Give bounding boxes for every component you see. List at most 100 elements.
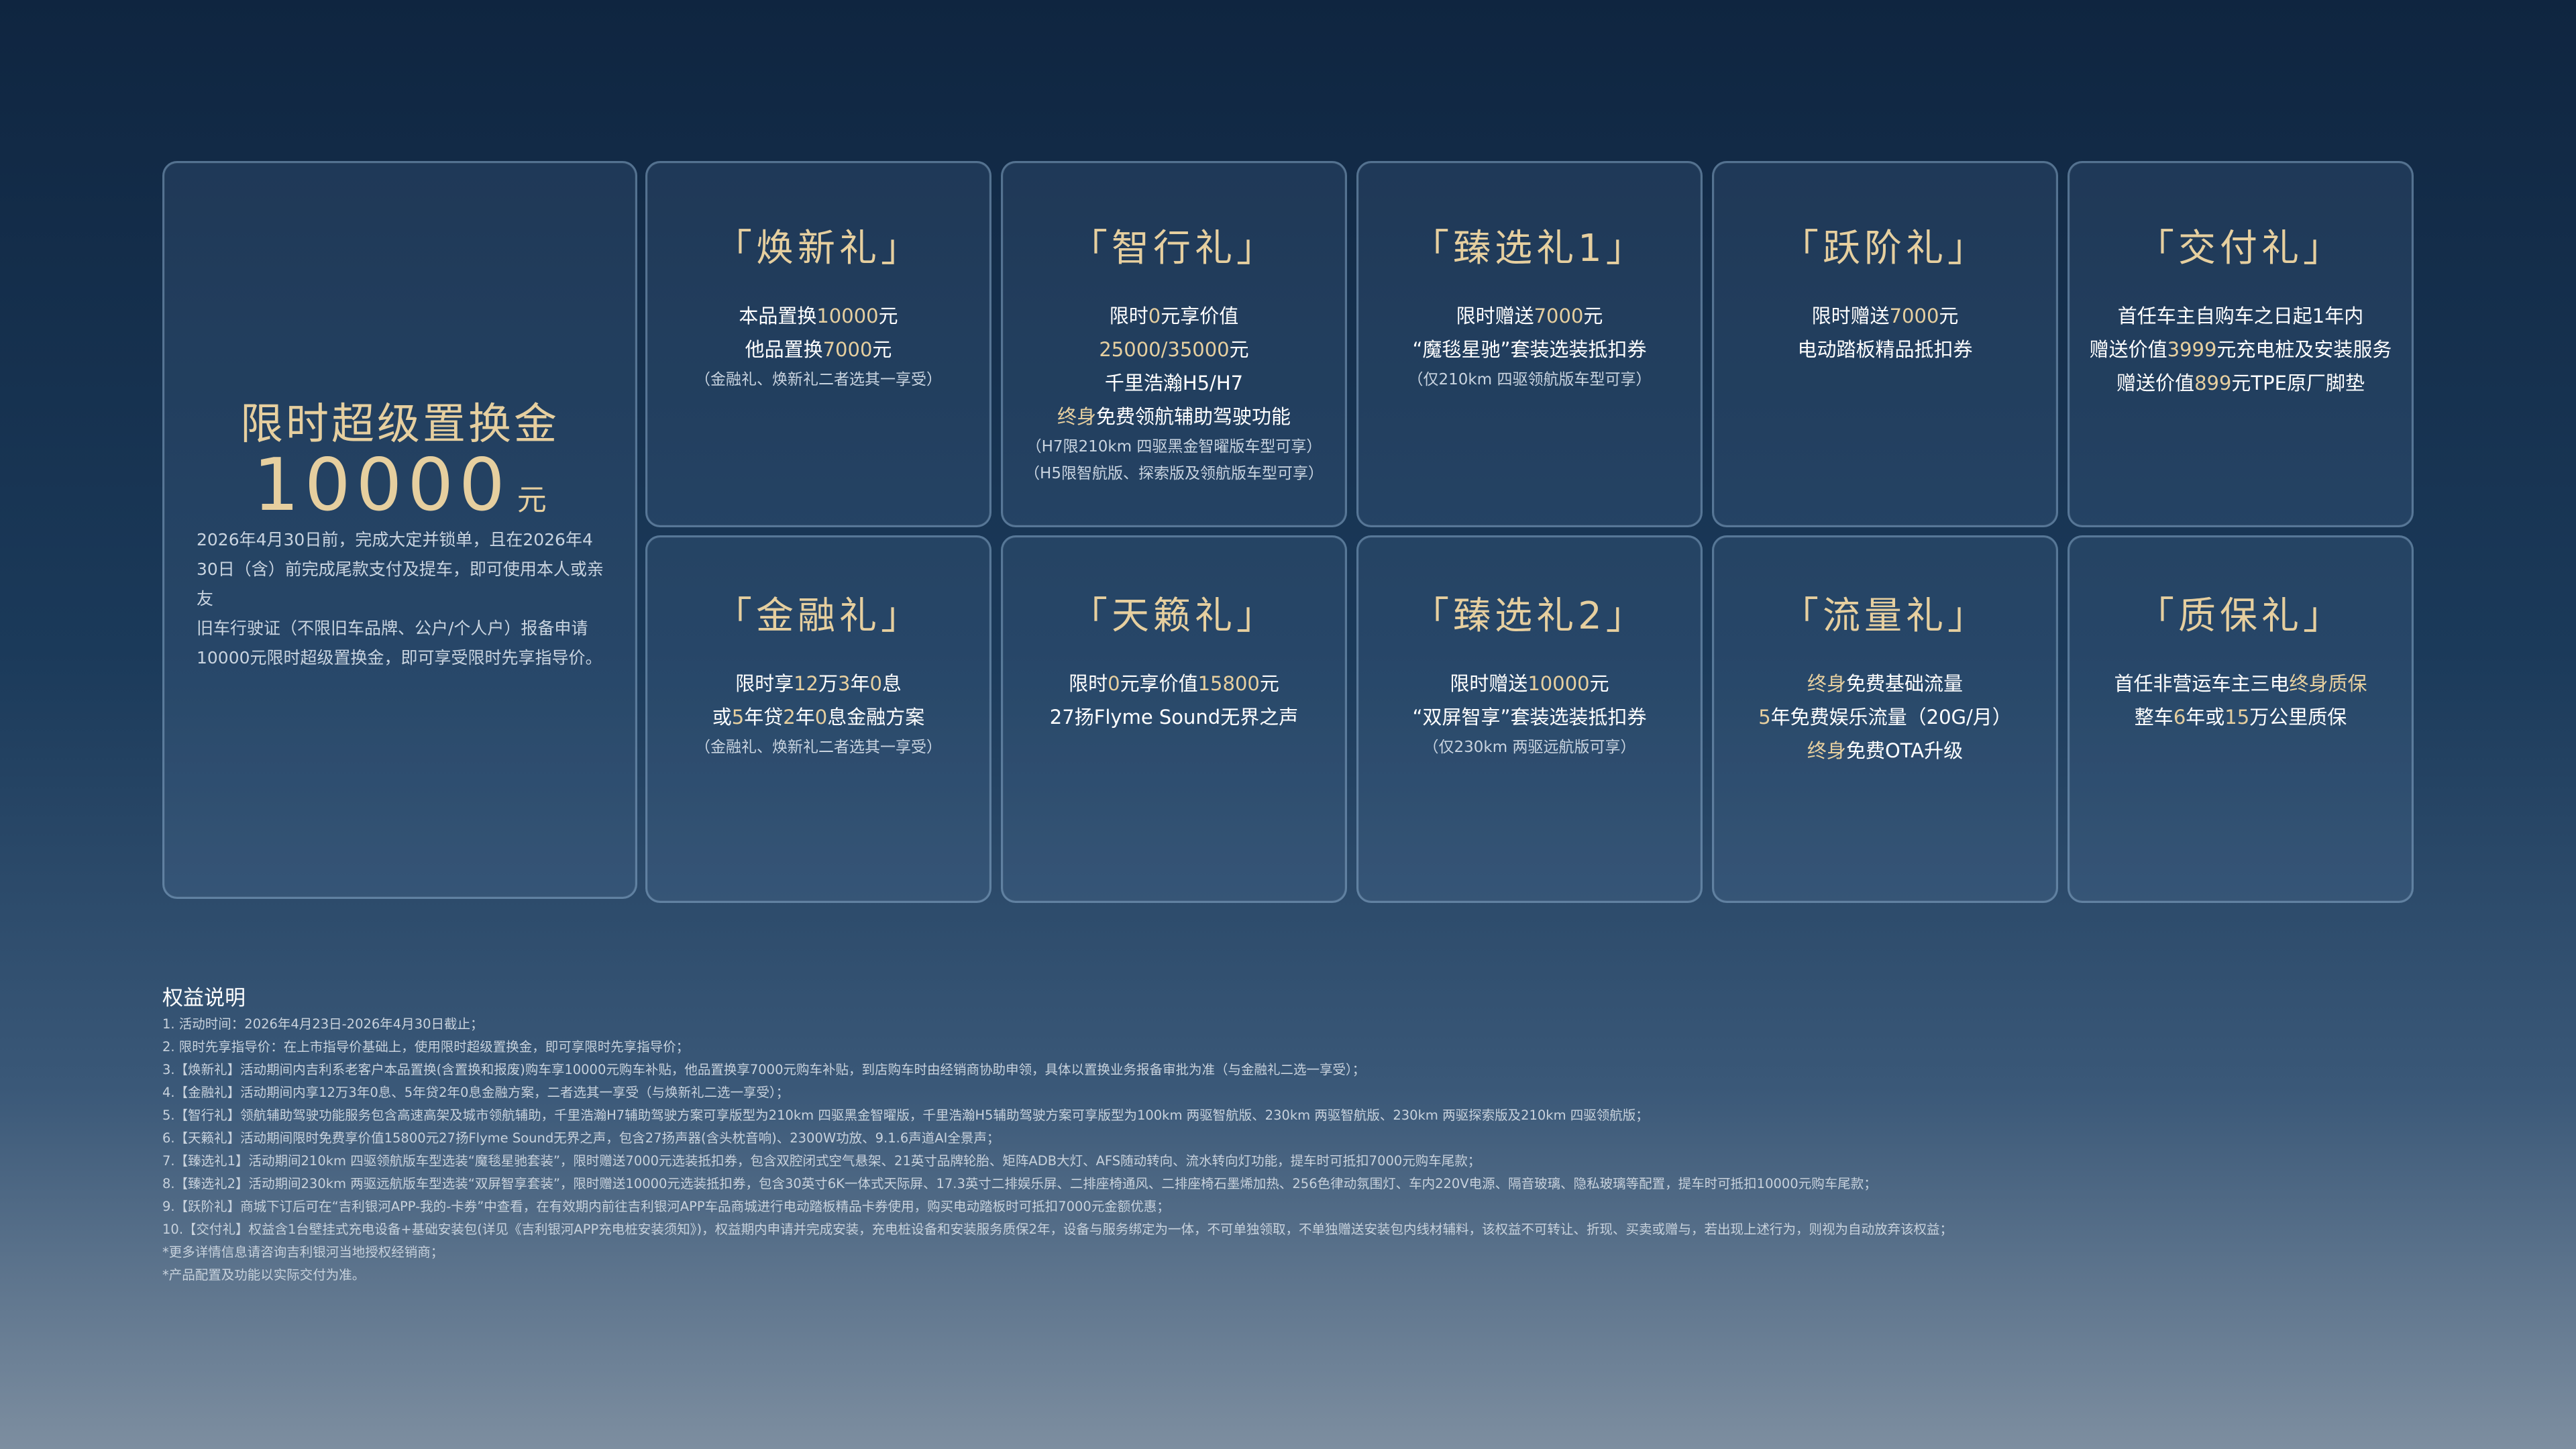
gift-title: 「金融礼」	[714, 594, 922, 638]
highlight-text: 7000	[1889, 305, 1939, 327]
gift-title: 「流量礼」	[1781, 594, 1989, 638]
highlight-text: 7000	[1534, 305, 1584, 327]
note-item: 7.【臻选礼1】活动期间210km 四驱领航版车型选装“魔毯星驰套装”，限时赠送…	[162, 1153, 1481, 1169]
line-text: 元	[878, 305, 898, 327]
gift-card-warranty: 「质保礼」 首任非营运车主三电终身质保 整车6年或15万公里质保	[2068, 535, 2414, 903]
notes-list: 1. 活动时间：2026年4月23日-2026年4月30日截止； 2. 限时先享指…	[162, 1013, 2509, 1287]
highlight-text: 2	[783, 706, 796, 729]
gift-card-smart-drive: 「智行礼」 限时0元享价值 25000/35000元 千里浩瀚H5/H7 终身免费领航辅…	[1001, 161, 1347, 527]
note-item: 3.【焕新礼】活动期间内吉利系老客户本品置换(含置换和报废)购车享10000元购…	[162, 1062, 1366, 1077]
gift-note: （仅210km 四驱领航版车型可享）	[1407, 371, 1652, 388]
gift-line: 限时0元享价值15800元	[1069, 667, 1279, 700]
line-text: 限时	[1069, 672, 1108, 695]
line-text: “魔毯星驰”套装选装抵扣券	[1412, 338, 1647, 361]
line-text: 年	[795, 706, 815, 729]
amount-unit: 元	[517, 483, 547, 517]
line-text: 息金融方案	[827, 706, 925, 729]
note-item: 10.【交付礼】权益含1台壁挂式充电设备+基础安装包(详见《吉利银河APP充电桩…	[162, 1222, 1953, 1237]
gift-note: （H7限210km 四驱黑金智曜版车型可享）	[1026, 438, 1322, 455]
line-text: 年或	[2186, 706, 2225, 729]
gift-line: 27扬Flyme Sound无界之声	[1050, 700, 1298, 734]
note-item: 2. 限时先享指导价：在上市指导价基础上，使用限时超级置换金，即可享限时先享指导…	[162, 1039, 690, 1055]
gift-card-acoustic: 「天籁礼」 限时0元享价值15800元 27扬Flyme Sound无界之声	[1001, 535, 1347, 903]
highlight-text: 终身质保	[2289, 672, 2367, 695]
line-text: 年免费娱乐流量（20G/月）	[1770, 706, 2012, 729]
amount-number: 10000	[253, 443, 511, 527]
line-text: 他品置换	[745, 338, 823, 361]
highlight-text: 12	[794, 672, 818, 695]
highlight-text: 0	[869, 672, 882, 695]
gift-line: 赠送价值3999元充电桩及安装服务	[2090, 333, 2392, 366]
desc-line: 旧车行驶证（不限旧车品牌、公户/个人户）报备申请	[197, 619, 588, 638]
desc-line: 10000元限时超级置换金，即可享受限时先享指导价。	[197, 648, 602, 667]
line-text: 27扬Flyme Sound无界之声	[1049, 706, 1299, 729]
highlight-text: 3999	[2167, 338, 2217, 361]
gift-card-select-1: 「臻选礼1」限时赠送7000元 “魔毯星驰”套装选装抵扣券 （仅210km 四驱领航…	[1356, 161, 1703, 527]
gift-card-step-up: 「跃阶礼」 限时赠送7000元 电动踏板精品抵扣券	[1712, 161, 2058, 527]
highlight-text: 0	[1148, 305, 1161, 327]
gift-title: 「交付礼」	[2137, 227, 2345, 270]
line-text: 限时赠送	[1811, 305, 1890, 327]
line-text: 赠送价值	[2089, 338, 2167, 361]
line-text: 限时享	[735, 672, 794, 695]
gift-line: 终身免费基础流量	[1807, 667, 1963, 700]
line-text: 元	[1939, 305, 1959, 327]
desc-line: 2026年4月30日前，完成大定并锁单，且在2026年4	[197, 530, 593, 549]
highlight-text: 6	[2173, 706, 2186, 729]
highlight-text: 终身	[1057, 405, 1096, 428]
highlight-text: 5	[1758, 706, 1771, 729]
highlight-text: 15	[2224, 706, 2250, 729]
gift-note: （金融礼、焕新礼二者选其一享受）	[695, 739, 942, 756]
line-text: 元	[1259, 672, 1279, 695]
gift-title: 「臻选礼1」	[1411, 227, 1648, 270]
super-trade-in-card: 限时超级置换金 10000 元 2026年4月30日前，完成大定并锁单，且在202…	[162, 161, 637, 899]
highlight-text: 0	[1108, 672, 1120, 695]
line-text: 息	[881, 672, 902, 695]
gift-note: （H5限智航版、探索版及领航版车型可享）	[1024, 465, 1324, 482]
gift-title: 「质保礼」	[2137, 594, 2345, 638]
note-item: 9.【跃阶礼】商城下订后可在“吉利银河APP-我的-卡券”中查看，在有效期内前往…	[162, 1199, 1170, 1214]
highlight-text: 0	[814, 706, 828, 729]
highlight-text: 终身	[1807, 739, 1846, 762]
gift-title: 「智行礼」	[1070, 227, 1278, 270]
line-text: 元	[1583, 305, 1603, 327]
line-text: 元	[872, 338, 892, 361]
line-text: 年	[850, 672, 870, 695]
line-text: 首任非营运车主三电	[2114, 672, 2290, 695]
line-text: 免费领航辅助驾驶功能	[1096, 405, 1291, 428]
gift-line: 限时赠送7000元	[1456, 299, 1603, 333]
line-text: “双屏智享”套装选装抵扣券	[1412, 706, 1647, 729]
line-text: 整车	[2134, 706, 2174, 729]
super-trade-in-description: 2026年4月30日前，完成大定并锁单，且在2026年4 30日（含）前完成尾款…	[197, 525, 608, 673]
line-text: 元TPE原厂脚垫	[2231, 372, 2365, 394]
highlight-text: 10000	[1527, 672, 1590, 695]
gift-line: 首任非营运车主三电终身质保	[2114, 667, 2367, 700]
gift-card-finance: 「金融礼」 限时享12万3年0息 或5年贷2年0息金融方案 （金融礼、焕新礼二者选其一…	[645, 535, 991, 903]
note-item: 1. 活动时间：2026年4月23日-2026年4月30日截止；	[162, 1016, 484, 1032]
highlight-text: 899	[2194, 372, 2232, 394]
line-text: 年贷	[744, 706, 784, 729]
highlight-text: 25000/35000	[1099, 338, 1230, 361]
gift-line: 5年免费娱乐流量（20G/月）	[1758, 700, 2012, 734]
gift-line: “魔毯星驰”套装选装抵扣券	[1412, 333, 1646, 366]
gift-title: 「跃阶礼」	[1781, 227, 1989, 270]
line-text: 免费基础流量	[1846, 672, 1964, 695]
highlight-text: 15800	[1197, 672, 1260, 695]
gift-line: 限时赠送7000元	[1812, 299, 1959, 333]
highlight-text: 5	[731, 706, 745, 729]
line-text: 首任车主自购车之日起1年内	[2117, 305, 2364, 327]
super-trade-in-amount: 10000 元	[164, 443, 635, 527]
gift-line: 本品置换10000元	[739, 299, 898, 333]
line-text: 限时赠送	[1450, 672, 1528, 695]
super-trade-in-title: 限时超级置换金	[240, 400, 559, 449]
note-item: 6.【天籁礼】活动期间限时免费享价值15800元27扬Flyme Sound无界…	[162, 1130, 1000, 1146]
gift-title: 「天籁礼」	[1070, 594, 1278, 638]
gift-line: 千里浩瀚H5/H7	[1105, 366, 1243, 400]
line-text: 元充电桩及安装服务	[2216, 338, 2392, 361]
line-text: 元	[1589, 672, 1609, 695]
gift-line: “双屏智享”套装选装抵扣券	[1412, 700, 1646, 734]
desc-line: 30日（含）前完成尾款支付及提车，即可使用本人或亲友	[197, 559, 604, 608]
gift-card-delivery: 「交付礼」首任车主自购车之日起1年内赠送价值3999元充电桩及安装服务 赠送价值 8…	[2068, 161, 2414, 527]
gift-title: 「焕新礼」	[714, 227, 922, 270]
line-text: 限时	[1109, 305, 1148, 327]
